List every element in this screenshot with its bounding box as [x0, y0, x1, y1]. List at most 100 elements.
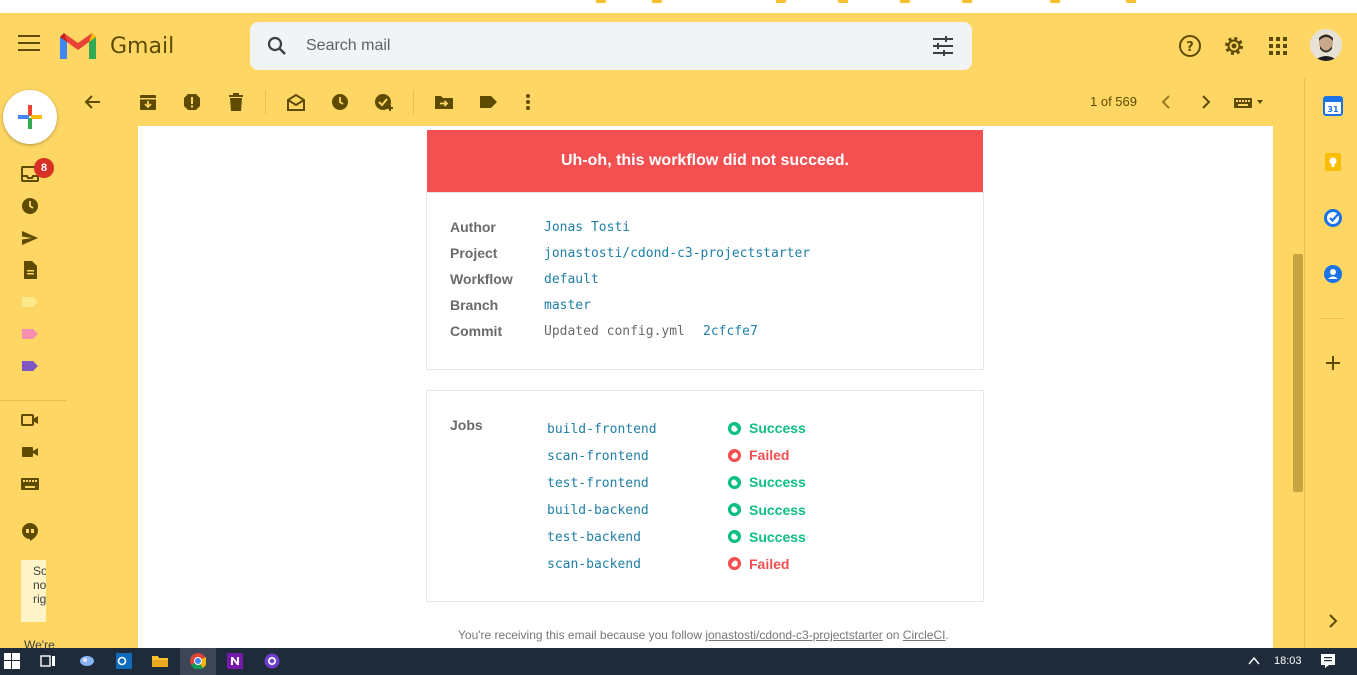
snooze-clock-icon[interactable]	[330, 92, 350, 112]
circleci-link[interactable]: CircleCI	[903, 628, 946, 642]
delete-trash-icon[interactable]	[226, 92, 246, 112]
workflow-link[interactable]: default	[544, 272, 599, 287]
commit-label: Commit	[450, 323, 503, 339]
commit-hash-link[interactable]: 2cfcfe7	[703, 324, 758, 339]
file-explorer-icon[interactable]	[152, 653, 168, 669]
footer-text: on	[886, 628, 900, 642]
search-icon[interactable]	[267, 36, 287, 56]
job-status-success: Success	[749, 502, 806, 518]
failed-status-icon	[727, 556, 742, 571]
labels-icon[interactable]	[478, 92, 498, 112]
bookmark-folder-icon[interactable]	[1050, 0, 1060, 3]
move-to-icon[interactable]	[434, 92, 454, 112]
jobs-label: Jobs	[450, 417, 483, 433]
github-desktop-icon[interactable]	[264, 653, 280, 669]
compose-button[interactable]	[3, 90, 57, 144]
label-icon[interactable]	[20, 324, 40, 344]
success-status-icon	[727, 529, 742, 544]
job-name-link[interactable]: test-frontend	[547, 476, 649, 491]
tasks-icon[interactable]	[1323, 208, 1343, 228]
windows-start-icon[interactable]	[4, 653, 20, 669]
apps-grid-icon[interactable]	[1266, 34, 1290, 58]
author-value[interactable]: Jonas Tosti	[544, 220, 630, 235]
contacts-icon[interactable]	[1323, 264, 1343, 284]
job-name-link[interactable]: scan-backend	[547, 557, 641, 572]
bookmark-folder-icon[interactable]	[776, 0, 786, 3]
search-options-icon[interactable]	[932, 36, 954, 56]
hangouts-chat-icon[interactable]	[20, 522, 40, 542]
settings-gear-icon[interactable]	[1222, 34, 1246, 58]
drafts-icon[interactable]	[20, 260, 40, 280]
sent-icon[interactable]	[20, 228, 40, 248]
search-bar[interactable]	[250, 22, 972, 70]
task-view-icon[interactable]	[40, 653, 56, 669]
snoozed-clock-icon[interactable]	[20, 196, 40, 216]
meet-join-icon[interactable]	[20, 442, 40, 462]
email-view: Uh-oh, this workflow did not succeed. Au…	[66, 126, 1288, 648]
expand-panel-chevron-icon[interactable]	[1323, 611, 1343, 631]
mark-unread-icon[interactable]	[286, 92, 306, 112]
label-icon[interactable]	[20, 292, 40, 312]
account-avatar[interactable]	[1310, 29, 1342, 61]
bookmark-folder-icon[interactable]	[1126, 0, 1136, 3]
toolbar-divider	[265, 90, 266, 114]
job-status-success: Success	[749, 474, 806, 490]
bookmark-folder-icon[interactable]	[962, 0, 972, 3]
workflow-failed-banner: Uh-oh, this workflow did not succeed.	[427, 130, 983, 192]
scrollbar-thumb[interactable]	[1293, 254, 1303, 492]
notice-text: not	[33, 578, 46, 592]
svg-text:?: ?	[1186, 40, 1194, 55]
action-center-icon[interactable]	[1320, 653, 1336, 669]
job-status-success: Success	[749, 529, 806, 545]
bookmark-folder-icon[interactable]	[900, 0, 910, 3]
search-input[interactable]	[306, 22, 906, 70]
add-to-tasks-icon[interactable]	[374, 92, 394, 112]
gmail-logo-icon[interactable]	[58, 29, 98, 61]
workflow-info-card: Author Jonas Tosti Project jonastosti/cd…	[426, 192, 984, 370]
outlook-icon[interactable]	[116, 653, 132, 669]
main-menu-icon[interactable]	[18, 35, 40, 53]
help-icon[interactable]: ?	[1178, 34, 1202, 58]
older-chevron-right-icon[interactable]	[1196, 92, 1216, 112]
commit-message: Updated config.yml	[544, 324, 685, 339]
taskbar-clock[interactable]: 18:03	[1274, 655, 1302, 667]
more-options-icon[interactable]	[518, 92, 538, 112]
notice-panel: Somet not right.	[21, 560, 46, 622]
chrome-icon[interactable]	[190, 653, 206, 669]
keep-icon[interactable]	[1323, 152, 1343, 172]
job-name-link[interactable]: build-frontend	[547, 422, 657, 437]
label-icon[interactable]	[20, 356, 40, 376]
onenote-icon[interactable]	[227, 653, 243, 669]
vertical-scrollbar[interactable]	[1288, 126, 1304, 648]
add-addon-plus-icon[interactable]	[1323, 353, 1343, 373]
calendar-date: 31	[1327, 105, 1339, 114]
project-footer-link[interactable]: jonastosti/cdond-c3-projectstarter	[705, 628, 882, 642]
bookmarks-bar	[0, 0, 1357, 13]
job-status-success: Success	[749, 420, 806, 436]
project-link[interactable]: jonastosti/cdond-c3-projectstarter	[544, 246, 810, 261]
back-arrow-icon[interactable]	[82, 92, 102, 112]
bookmark-folder-icon[interactable]	[652, 0, 662, 3]
bookmark-folder-icon[interactable]	[838, 0, 848, 3]
report-spam-icon[interactable]	[182, 92, 202, 112]
job-name-link[interactable]: test-backend	[547, 530, 641, 545]
tray-chevron-up-icon[interactable]	[1248, 655, 1260, 667]
calendar-icon[interactable]: 31	[1323, 96, 1343, 116]
input-tools-keyboard-icon[interactable]	[1232, 92, 1266, 112]
bookmark-folder-icon[interactable]	[596, 0, 606, 3]
side-panel-divider	[1321, 318, 1343, 319]
job-status-failed: Failed	[749, 556, 790, 572]
app-icon[interactable]	[79, 653, 95, 669]
keyboard-icon[interactable]	[20, 474, 40, 494]
notice-text: right.	[33, 592, 46, 606]
rail-divider	[0, 400, 66, 401]
user-avatar-icon	[1310, 29, 1342, 61]
branch-link[interactable]: master	[544, 298, 591, 313]
job-name-link[interactable]: scan-frontend	[547, 449, 649, 464]
side-panel: 31	[1304, 78, 1357, 648]
job-name-link[interactable]: build-backend	[547, 503, 649, 518]
newer-chevron-left-icon[interactable]	[1156, 92, 1176, 112]
meet-new-meeting-icon[interactable]	[20, 410, 40, 430]
toolbar-divider	[413, 90, 414, 114]
archive-icon[interactable]	[138, 92, 158, 112]
